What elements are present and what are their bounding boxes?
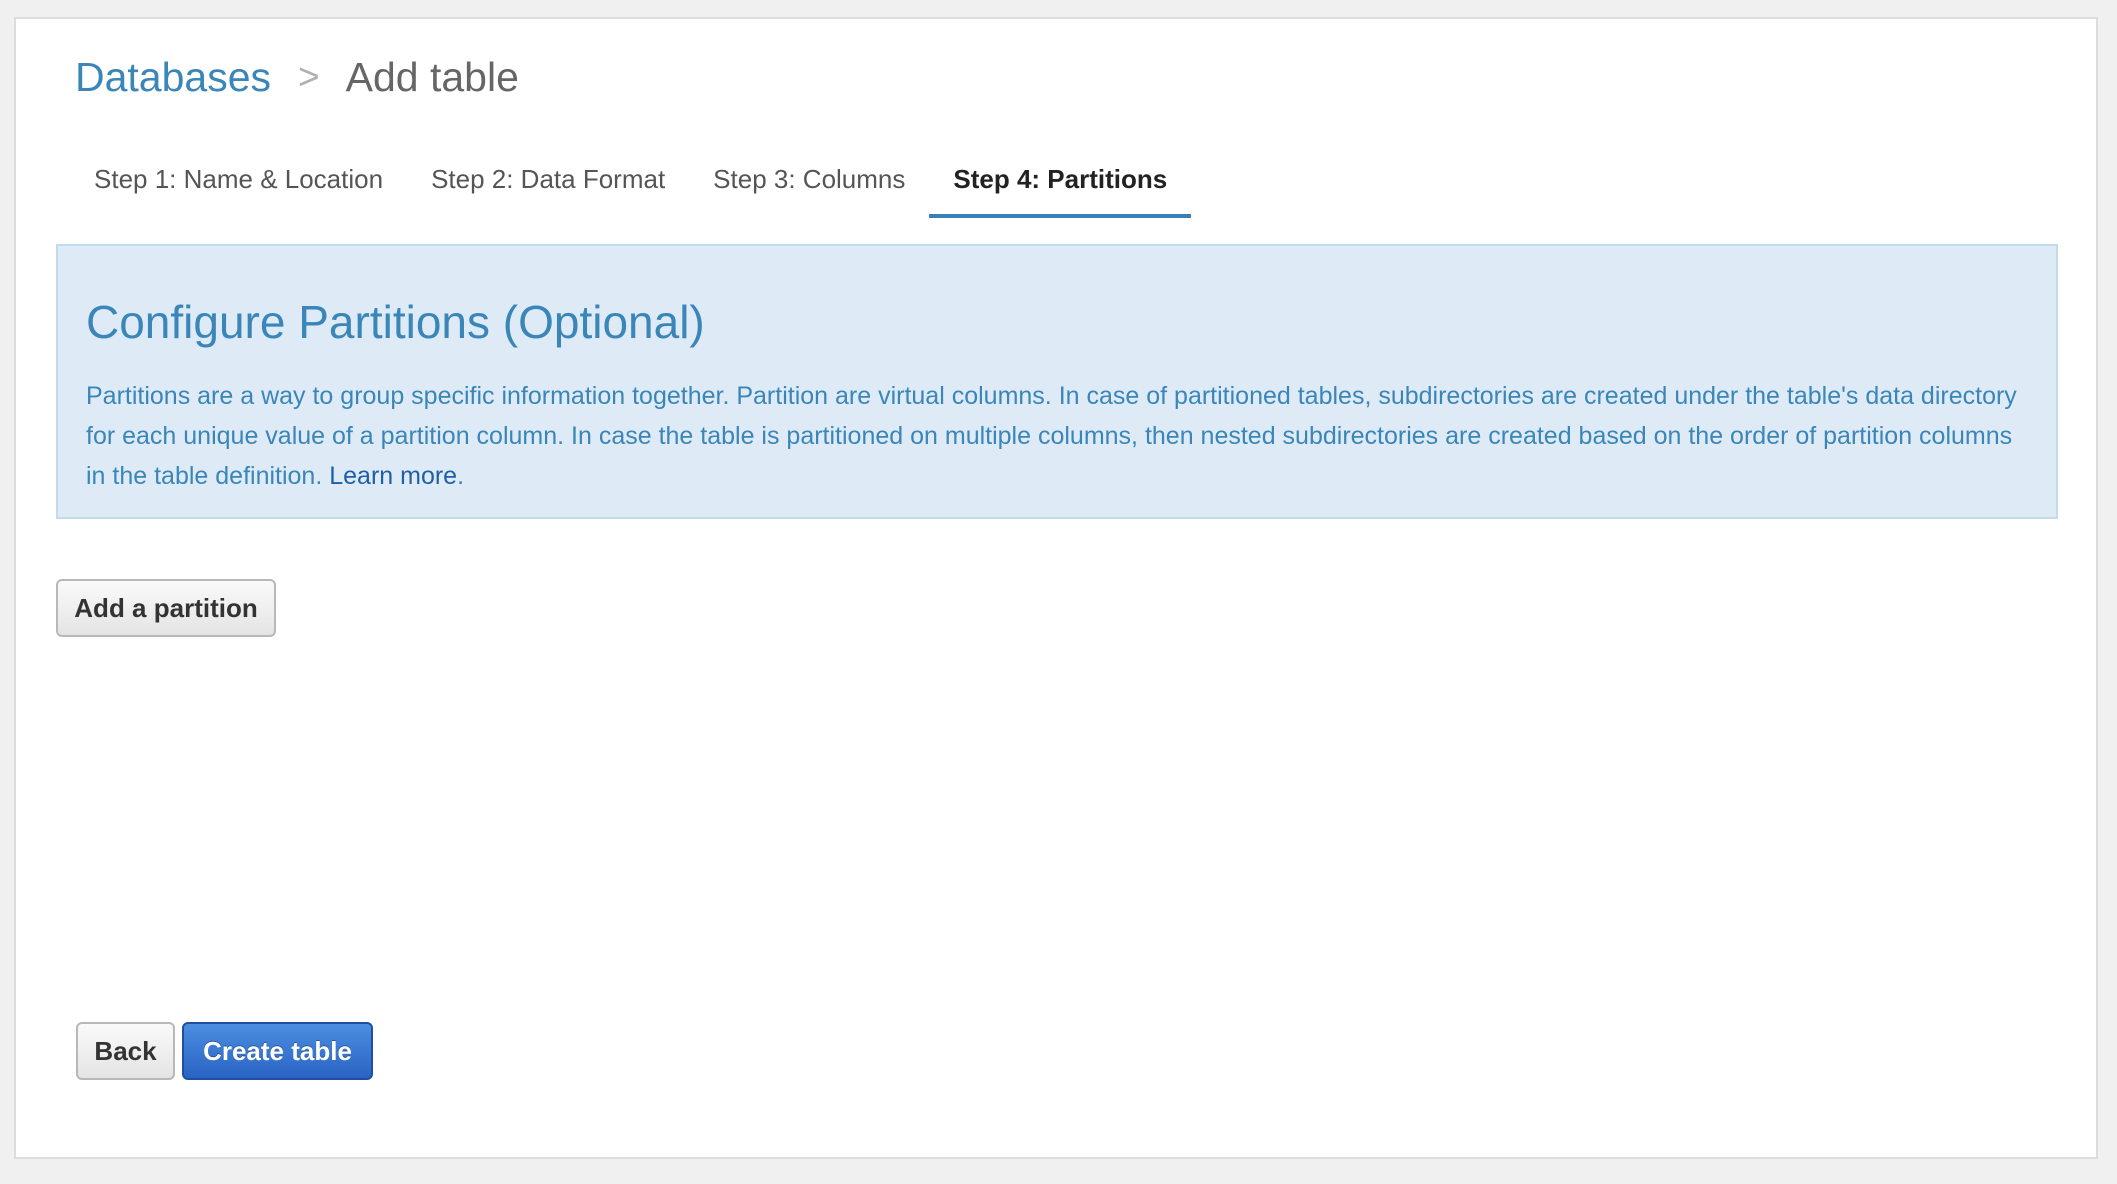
breadcrumb: Databases > Add table xyxy=(75,47,519,107)
info-title: Configure Partitions (Optional) xyxy=(86,296,705,348)
create-table-button[interactable]: Create table xyxy=(182,1022,373,1080)
tab-step-3-columns[interactable]: Step 3: Columns xyxy=(689,144,929,218)
partitions-info-panel: Configure Partitions (Optional) Partitio… xyxy=(56,244,2058,519)
tab-step-1-name-location[interactable]: Step 1: Name & Location xyxy=(70,144,407,218)
breadcrumb-databases-link[interactable]: Databases xyxy=(75,54,271,101)
back-button[interactable]: Back xyxy=(76,1022,175,1080)
tab-step-4-partitions[interactable]: Step 4: Partitions xyxy=(929,144,1192,218)
add-partition-button[interactable]: Add a partition xyxy=(56,579,276,637)
info-description: Partitions are a way to group specific i… xyxy=(86,376,2028,496)
info-trailing-period: . xyxy=(457,462,465,490)
step-tabs: Step 1: Name & Location Step 2: Data For… xyxy=(70,144,1192,218)
page-title: Add table xyxy=(345,53,519,100)
breadcrumb-separator: > xyxy=(298,56,320,97)
tab-step-2-data-format[interactable]: Step 2: Data Format xyxy=(407,144,689,218)
learn-more-link[interactable]: Learn more xyxy=(329,462,457,490)
main-page: Databases > Add table Step 1: Name & Loc… xyxy=(14,17,2098,1159)
